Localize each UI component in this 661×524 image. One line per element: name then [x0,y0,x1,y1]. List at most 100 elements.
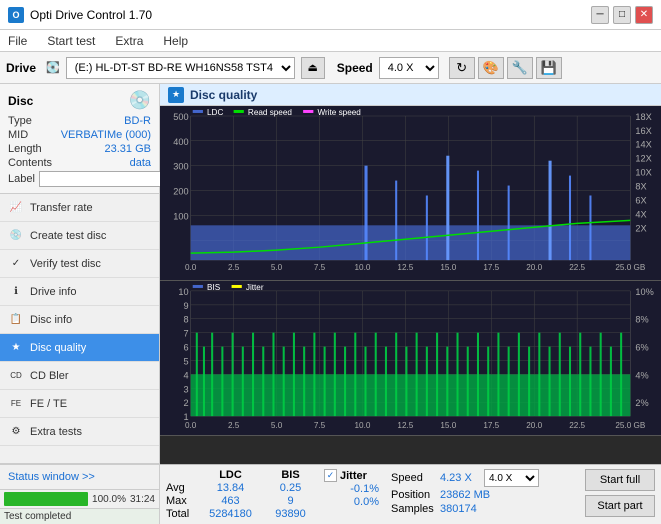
svg-text:22.5: 22.5 [569,263,585,272]
nav-disc-info[interactable]: 📋 Disc info [0,306,159,334]
svg-text:15.0: 15.0 [440,421,456,430]
svg-text:7.5: 7.5 [314,421,326,430]
svg-text:10X: 10X [635,168,651,178]
window-controls: ─ □ ✕ [591,6,653,24]
svg-text:9: 9 [184,301,189,311]
nav-drive-info[interactable]: ℹ Drive info [0,278,159,306]
contents-value: data [130,157,151,169]
app-icon: O [8,7,24,23]
eject-button[interactable]: ⏏ [301,57,325,79]
nav-verify-test-disc[interactable]: ✓ Verify test disc [0,250,159,278]
svg-text:12.5: 12.5 [397,263,413,272]
svg-text:22.5: 22.5 [569,421,585,430]
fe-te-icon: FE [8,396,24,412]
svg-text:8: 8 [184,315,189,325]
save-icon[interactable]: 💾 [536,57,562,79]
bis-chart-section: 10 9 8 7 6 5 4 3 2 1 10% 8% 6% 4% 2% [160,281,661,436]
mid-value: VERBATIMe (000) [61,129,151,141]
nav-verify-disc-label: Verify test disc [30,258,101,270]
max-row: Max 463 9 [166,495,318,507]
svg-text:2: 2 [184,398,189,408]
chart-icon: ★ [168,87,184,103]
bis-chart-svg: 10 9 8 7 6 5 4 3 2 1 10% 8% 6% 4% 2% [160,281,661,435]
close-button[interactable]: ✕ [635,6,653,24]
main-content: ★ Disc quality [160,84,661,524]
menu-file[interactable]: File [4,32,31,50]
ldc-bis-stats: LDC BIS Avg 13.84 0.25 Max 463 9 Total 5… [166,469,318,520]
svg-text:4: 4 [184,370,189,380]
progress-bar-fill [4,492,88,506]
svg-text:400: 400 [173,137,188,147]
svg-text:20.0: 20.0 [526,263,542,272]
drive-label: Drive [6,61,36,75]
svg-text:4X: 4X [635,209,646,219]
start-full-button[interactable]: Start full [585,469,655,491]
nav-transfer-rate[interactable]: 📈 Transfer rate [0,194,159,222]
disc-quality-icon: ★ [8,340,24,356]
toolbar-icons: ↻ 🎨 🔧 💾 [449,57,562,79]
minimize-button[interactable]: ─ [591,6,609,24]
stats-bar: LDC BIS Avg 13.84 0.25 Max 463 9 Total 5… [160,464,661,524]
max-bis: 9 [263,495,318,507]
nav-extra-tests[interactable]: ⚙ Extra tests [0,418,159,446]
speed-label: Speed [337,61,373,75]
menu-extra[interactable]: Extra [111,32,147,50]
svg-text:Read speed: Read speed [248,108,292,117]
nav-disc-quality[interactable]: ★ Disc quality [0,334,159,362]
jitter-max: 0.0% [324,496,379,508]
chart-header: ★ Disc quality [160,84,661,106]
label-input[interactable] [39,171,177,187]
stats-headers-row: LDC BIS [166,469,318,481]
nav-transfer-rate-label: Transfer rate [30,202,93,214]
refresh-icon[interactable]: ↻ [449,57,475,79]
jitter-avg: -0.1% [324,483,379,495]
start-part-button[interactable]: Start part [585,495,655,517]
maximize-button[interactable]: □ [613,6,631,24]
speed-select[interactable]: 4.0 X [379,57,439,79]
drive-icon: 💽 [46,61,60,74]
svg-text:3: 3 [184,384,189,394]
svg-text:LDC: LDC [207,108,224,117]
sidebar-bottom: Status window >> 100.0% 31:24 Test compl… [0,463,159,524]
svg-text:2X: 2X [635,223,646,233]
options-icon[interactable]: 🎨 [478,57,504,79]
svg-text:0.0: 0.0 [185,421,197,430]
bis-header: BIS [263,469,318,481]
nav-create-disc-label: Create test disc [30,230,106,242]
jitter-checkbox[interactable]: ✓ [324,469,337,482]
menu-start-test[interactable]: Start test [43,32,99,50]
svg-text:500: 500 [173,112,188,122]
samples-value: 380174 [440,503,477,515]
svg-text:300: 300 [173,162,188,172]
status-window-link[interactable]: Status window >> [0,464,159,489]
samples-row: Samples 380174 [391,503,539,515]
total-row: Total 5284180 93890 [166,508,318,520]
speed-stat-select[interactable]: 4.0 X [484,469,539,487]
svg-text:4%: 4% [635,370,648,380]
disc-type-row: Type BD-R [8,115,151,127]
total-label: Total [166,508,198,520]
avg-row: Avg 13.84 0.25 [166,482,318,494]
svg-text:2.5: 2.5 [228,263,240,272]
nav-create-test-disc[interactable]: 💿 Create test disc [0,222,159,250]
jitter-header-row: ✓ Jitter [324,469,379,482]
nav-fe-te[interactable]: FE FE / TE [0,390,159,418]
max-ldc: 463 [198,495,263,507]
svg-text:17.5: 17.5 [483,263,499,272]
nav-cd-bler[interactable]: CD CD Bler [0,362,159,390]
position-label: Position [391,489,436,501]
svg-text:14X: 14X [635,140,651,150]
progress-bar-bg [4,492,88,506]
drive-select[interactable]: (E:) HL-DT-ST BD-RE WH16NS58 TST4 [66,57,295,79]
disc-length-row: Length 23.31 GB [8,143,151,155]
jitter-label: Jitter [340,470,367,482]
position-row: Position 23862 MB [391,489,539,501]
total-bis: 93890 [263,508,318,520]
settings-icon[interactable]: 🔧 [507,57,533,79]
jitter-max-row: 0.0% [324,496,379,508]
menu-help[interactable]: Help [159,32,192,50]
mid-label: MID [8,129,28,141]
start-buttons: Start full Start part [585,469,655,517]
type-value: BD-R [124,115,151,127]
progress-time: 31:24 [130,494,155,505]
